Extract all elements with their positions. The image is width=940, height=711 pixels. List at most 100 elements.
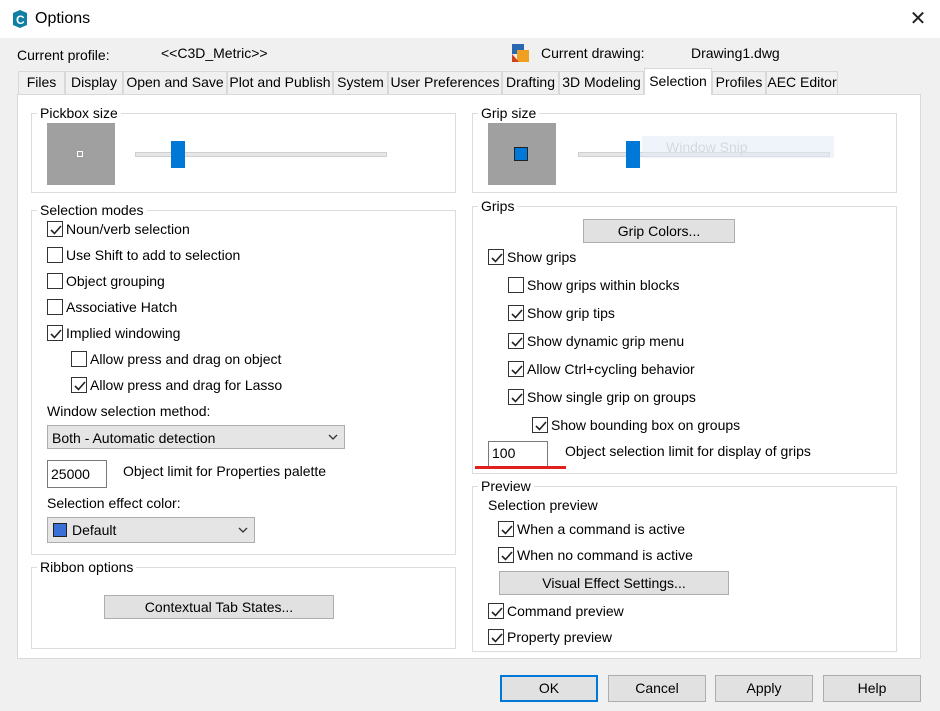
window-method-select[interactable]: Both - Automatic detection: [47, 425, 345, 449]
grips-title: Grips: [478, 198, 518, 214]
selection-preview-label: Selection preview: [488, 497, 598, 513]
associative-hatch-label: Associative Hatch: [66, 299, 178, 315]
dynamic-grip-menu-checkbox[interactable]: [508, 333, 524, 349]
press-drag-object-checkbox[interactable]: [71, 351, 87, 367]
tab-user-preferences[interactable]: User Preferences: [388, 71, 502, 94]
tab-profiles[interactable]: Profiles: [712, 71, 766, 94]
cancel-button[interactable]: Cancel: [608, 675, 706, 702]
current-drawing-label: Current drawing:: [541, 45, 645, 61]
implied-windowing-label: Implied windowing: [66, 325, 181, 341]
grip-tips-checkbox[interactable]: [508, 305, 524, 321]
no-command-active-checkbox[interactable]: [498, 547, 514, 563]
title-bar: [0, 0, 940, 38]
chevron-down-icon: [238, 527, 248, 533]
window-method-value: Both - Automatic detection: [52, 430, 216, 446]
tab-plot-and-publish[interactable]: Plot and Publish: [227, 71, 333, 94]
grips-within-blocks-label: Show grips within blocks: [527, 277, 680, 293]
pickbox-slider-thumb[interactable]: [170, 141, 185, 168]
use-shift-checkbox[interactable]: [47, 247, 63, 263]
window-snip-overlay: Window Snip: [642, 136, 834, 158]
command-preview-checkbox[interactable]: [488, 603, 504, 619]
command-preview-label: Command preview: [507, 603, 624, 619]
effect-color-value: Default: [72, 522, 117, 538]
single-grip-groups-label: Show single grip on groups: [527, 389, 696, 405]
pickbox-preview: [47, 123, 115, 185]
ctrl-cycling-checkbox[interactable]: [508, 361, 524, 377]
bounding-box-groups-label: Show bounding box on groups: [551, 417, 741, 433]
drawing-icon: [511, 42, 531, 64]
tab-3d-modeling[interactable]: 3D Modeling: [559, 71, 644, 94]
effect-color-select[interactable]: Default: [47, 517, 255, 543]
check-icon: [511, 337, 523, 347]
visual-effect-settings-button[interactable]: Visual Effect Settings...: [499, 571, 729, 595]
press-drag-object-label: Allow press and drag on object: [90, 351, 282, 367]
tab-system[interactable]: System: [333, 71, 388, 94]
grip-size-title: Grip size: [478, 105, 540, 121]
ok-button[interactable]: OK: [500, 675, 598, 702]
check-icon: [511, 309, 523, 319]
preview-title: Preview: [478, 478, 534, 494]
check-icon: [511, 365, 523, 375]
grips-within-blocks-checkbox[interactable]: [508, 277, 524, 293]
contextual-tab-states-button[interactable]: Contextual Tab States...: [104, 595, 334, 619]
object-grouping-checkbox[interactable]: [47, 273, 63, 289]
property-preview-label: Property preview: [507, 629, 613, 645]
bounding-box-groups-checkbox[interactable]: [532, 417, 548, 433]
dynamic-grip-menu-label: Show dynamic grip menu: [527, 333, 685, 349]
implied-windowing-checkbox[interactable]: [47, 325, 63, 341]
show-grips-checkbox[interactable]: [488, 249, 504, 265]
check-icon: [501, 551, 513, 561]
current-profile-label: Current profile:: [17, 47, 110, 63]
svg-text:C: C: [16, 13, 25, 27]
no-command-active-label: When no command is active: [517, 547, 693, 563]
check-icon: [50, 329, 62, 339]
grip-limit-input[interactable]: 100: [488, 441, 548, 467]
check-icon: [501, 525, 513, 535]
civil3d-app-icon: C: [11, 9, 29, 29]
window-method-label: Window selection method:: [47, 403, 211, 419]
noun-verb-checkbox[interactable]: [47, 221, 63, 237]
check-icon: [491, 607, 503, 617]
ctrl-cycling-label: Allow Ctrl+cycling behavior: [527, 361, 695, 377]
selection-modes-title: Selection modes: [37, 202, 147, 218]
current-drawing-value: Drawing1.dwg: [691, 45, 780, 61]
press-drag-lasso-checkbox[interactable]: [71, 377, 87, 393]
chevron-down-icon: [328, 434, 338, 440]
check-icon: [50, 225, 62, 235]
grip-size-preview: [488, 123, 556, 185]
noun-verb-label: Noun/verb selection: [66, 221, 190, 237]
object-limit-label: Object limit for Properties palette: [123, 463, 327, 479]
check-icon: [491, 633, 503, 643]
single-grip-groups-checkbox[interactable]: [508, 389, 524, 405]
grip-size-slider-thumb[interactable]: [626, 141, 641, 168]
check-icon: [511, 393, 523, 403]
use-shift-label: Use Shift to add to selection: [66, 247, 241, 263]
tab-open-and-save[interactable]: Open and Save: [123, 71, 227, 94]
grip-tips-label: Show grip tips: [527, 305, 615, 321]
command-active-checkbox[interactable]: [498, 521, 514, 537]
grip-limit-label: Object selection limit for display of gr…: [565, 443, 811, 459]
ribbon-options-title: Ribbon options: [37, 559, 137, 575]
help-button[interactable]: Help: [823, 675, 921, 702]
grip-colors-button[interactable]: Grip Colors...: [583, 219, 735, 243]
color-swatch: [53, 523, 67, 537]
press-drag-lasso-label: Allow press and drag for Lasso: [90, 377, 283, 393]
property-preview-checkbox[interactable]: [488, 629, 504, 645]
pickbox-title: Pickbox size: [37, 105, 121, 121]
tab-selection[interactable]: Selection: [644, 68, 712, 95]
object-grouping-label: Object grouping: [66, 273, 165, 289]
tab-drafting[interactable]: Drafting: [502, 71, 559, 94]
window-snip-text: Window Snip: [666, 139, 748, 155]
object-limit-input[interactable]: 25000: [47, 460, 107, 488]
tab-aec-editor[interactable]: AEC Editor: [766, 71, 838, 94]
current-profile-value: <<C3D_Metric>>: [161, 45, 268, 61]
check-icon: [535, 421, 547, 431]
associative-hatch-checkbox[interactable]: [47, 299, 63, 315]
tab-files[interactable]: Files: [18, 71, 65, 94]
close-icon[interactable]: ✕: [905, 6, 931, 32]
tab-display[interactable]: Display: [65, 71, 123, 94]
effect-color-label: Selection effect color:: [47, 495, 181, 511]
window-title: Options: [35, 10, 91, 27]
check-icon: [74, 381, 86, 391]
apply-button[interactable]: Apply: [715, 675, 813, 702]
